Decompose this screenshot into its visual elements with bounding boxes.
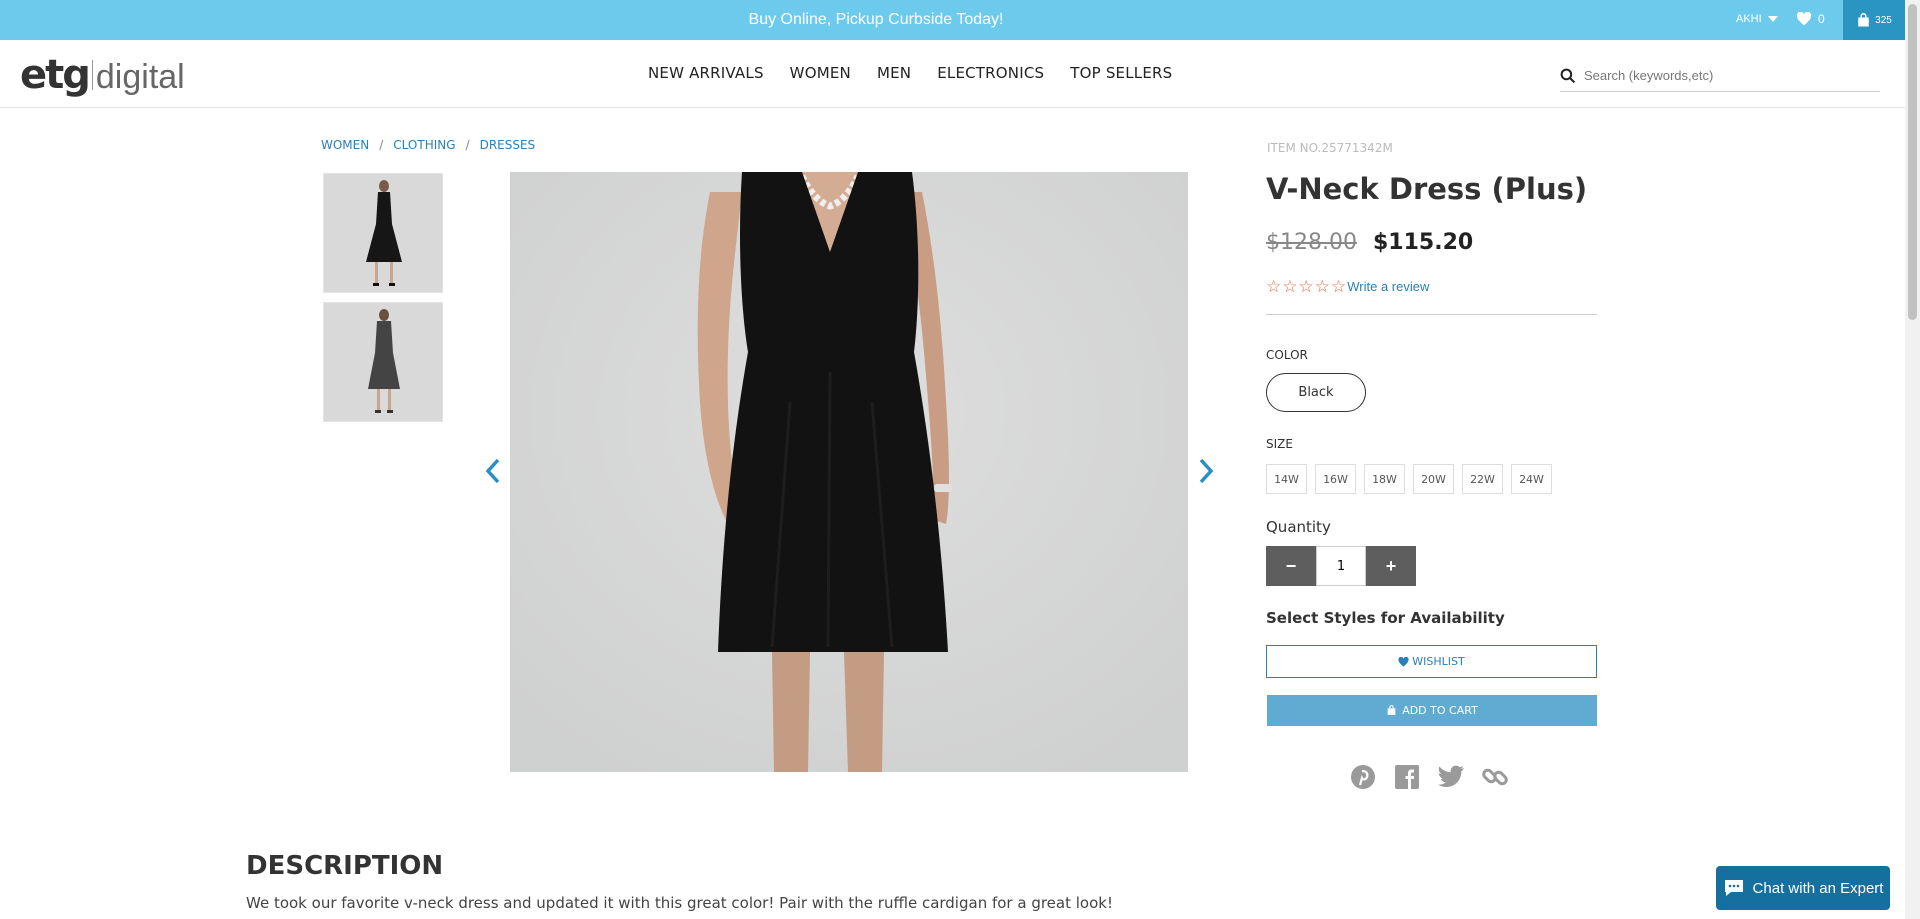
sale-price: $115.20 bbox=[1372, 230, 1474, 255]
quantity-label: Quantity bbox=[1266, 518, 1331, 536]
facebook-icon[interactable] bbox=[1393, 763, 1421, 791]
size-option[interactable]: 22W bbox=[1462, 464, 1503, 494]
logo-etg: etg bbox=[20, 52, 91, 98]
logo-digital: digital bbox=[95, 58, 185, 96]
link-icon[interactable] bbox=[1481, 763, 1509, 791]
color-option-black[interactable]: Black bbox=[1266, 373, 1366, 412]
item-number: ITEM NO.25771342M bbox=[1267, 141, 1393, 155]
chat-bubble-icon bbox=[1724, 880, 1743, 896]
share-icons bbox=[1349, 763, 1509, 791]
logo[interactable]: etg digital bbox=[20, 52, 185, 98]
account-name: AKHI bbox=[1736, 13, 1762, 25]
nav-men[interactable]: MEN bbox=[877, 64, 911, 82]
chevron-right-icon bbox=[1199, 458, 1214, 484]
star-icon[interactable]: ☆ bbox=[1266, 278, 1281, 295]
breadcrumb-dresses[interactable]: DRESSES bbox=[480, 138, 536, 152]
original-price: $128.00 bbox=[1266, 230, 1357, 255]
star-icon[interactable]: ☆ bbox=[1299, 278, 1314, 295]
thumbnail-front[interactable] bbox=[323, 173, 443, 293]
twitter-icon[interactable] bbox=[1437, 763, 1465, 791]
next-image-arrow[interactable] bbox=[1194, 456, 1218, 486]
price-row: $128.00 $115.20 bbox=[1266, 230, 1473, 255]
main-nav: NEW ARRIVALS WOMEN MEN ELECTRONICS TOP S… bbox=[648, 64, 1172, 82]
dress-main-image bbox=[510, 172, 1188, 772]
divider bbox=[1266, 314, 1597, 315]
heart-icon bbox=[1398, 656, 1409, 667]
dress-back-image bbox=[324, 303, 442, 421]
shopping-bag-icon bbox=[1387, 705, 1396, 715]
scrollbar-thumb[interactable] bbox=[1908, 4, 1917, 320]
description-heading: DESCRIPTION bbox=[246, 851, 444, 881]
star-rating: ☆ ☆ ☆ ☆ ☆ bbox=[1266, 278, 1346, 295]
account-menu[interactable]: AKHI bbox=[1736, 13, 1778, 25]
write-review-link[interactable]: Write a review bbox=[1347, 279, 1429, 294]
size-label: SIZE bbox=[1266, 437, 1293, 451]
size-option[interactable]: 24W bbox=[1511, 464, 1552, 494]
search-box bbox=[1560, 60, 1880, 92]
breadcrumb-separator: / bbox=[379, 138, 384, 152]
increase-quantity-button[interactable]: + bbox=[1366, 546, 1416, 586]
header-wishlist[interactable]: 0 bbox=[1796, 12, 1825, 26]
pinterest-icon[interactable] bbox=[1349, 763, 1377, 791]
star-icon[interactable]: ☆ bbox=[1331, 278, 1346, 295]
rating-row: ☆ ☆ ☆ ☆ ☆ Write a review bbox=[1266, 278, 1429, 295]
wishlist-count: 0 bbox=[1818, 12, 1825, 26]
add-to-cart-button[interactable]: ADD TO CART bbox=[1267, 695, 1597, 726]
quantity-stepper: − + bbox=[1266, 546, 1416, 586]
promo-text: Buy Online, Pickup Curbside Today! bbox=[748, 11, 1004, 28]
site-header: etg digital NEW ARRIVALS WOMEN MEN ELECT… bbox=[0, 40, 1905, 108]
size-option[interactable]: 14W bbox=[1266, 464, 1307, 494]
nav-new-arrivals[interactable]: NEW ARRIVALS bbox=[648, 64, 764, 82]
description-text: We took our favorite v-neck dress and up… bbox=[246, 894, 1113, 912]
logo-divider bbox=[91, 60, 93, 90]
add-to-cart-label: ADD TO CART bbox=[1402, 704, 1478, 717]
size-option[interactable]: 18W bbox=[1364, 464, 1405, 494]
wishlist-button-label: WISHLIST bbox=[1412, 655, 1465, 668]
promo-bar: Buy Online, Pickup Curbside Today! AKHI … bbox=[0, 0, 1905, 40]
nav-electronics[interactable]: ELECTRONICS bbox=[937, 64, 1044, 82]
dress-front-image bbox=[324, 174, 442, 292]
search-input[interactable] bbox=[1584, 68, 1864, 83]
cart-count: 325 bbox=[1875, 14, 1892, 26]
chevron-left-icon bbox=[485, 458, 500, 484]
wishlist-button[interactable]: WISHLIST bbox=[1266, 645, 1597, 678]
nav-top-sellers[interactable]: TOP SELLERS bbox=[1070, 64, 1172, 82]
prev-image-arrow[interactable] bbox=[481, 456, 505, 486]
breadcrumb-separator: / bbox=[465, 138, 470, 152]
page-scrollbar[interactable] bbox=[1905, 0, 1920, 919]
size-option[interactable]: 16W bbox=[1315, 464, 1356, 494]
star-icon[interactable]: ☆ bbox=[1282, 278, 1297, 295]
main-product-image[interactable] bbox=[510, 172, 1188, 772]
quantity-input[interactable] bbox=[1316, 546, 1366, 586]
breadcrumb-women[interactable]: WOMEN bbox=[321, 138, 369, 152]
heart-icon bbox=[1796, 12, 1812, 26]
header-cart[interactable]: 325 bbox=[1843, 0, 1905, 40]
decrease-quantity-button[interactable]: − bbox=[1266, 546, 1316, 586]
availability-label: Select Styles for Availability bbox=[1266, 609, 1505, 627]
shopping-bag-icon bbox=[1858, 12, 1869, 26]
breadcrumb-clothing[interactable]: CLOTHING bbox=[393, 138, 455, 152]
chat-label: Chat with an Expert bbox=[1752, 879, 1884, 897]
thumbnail-back[interactable] bbox=[323, 302, 443, 422]
product-title: V-Neck Dress (Plus) bbox=[1266, 172, 1588, 206]
breadcrumb: WOMEN / CLOTHING / DRESSES bbox=[321, 138, 535, 152]
star-icon[interactable]: ☆ bbox=[1315, 278, 1330, 295]
chevron-down-icon bbox=[1767, 16, 1778, 22]
search-icon[interactable] bbox=[1560, 68, 1576, 84]
nav-women[interactable]: WOMEN bbox=[790, 64, 851, 82]
size-option[interactable]: 20W bbox=[1413, 464, 1454, 494]
size-options: 14W 16W 18W 20W 22W 24W bbox=[1266, 464, 1552, 494]
color-label: COLOR bbox=[1266, 348, 1308, 362]
chat-with-expert-button[interactable]: Chat with an Expert bbox=[1716, 866, 1890, 910]
